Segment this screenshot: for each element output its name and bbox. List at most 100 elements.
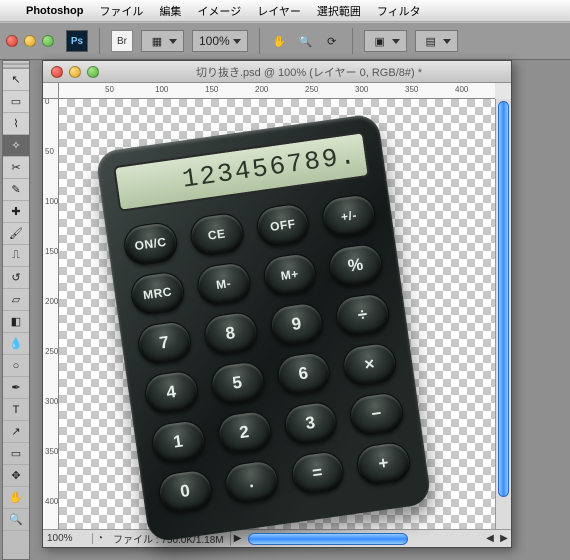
marquee-tool[interactable]: ▭ <box>3 91 29 113</box>
ruler-tick: 300 <box>45 397 58 406</box>
canvas[interactable]: 123456789. ON/CCEOFF+/-MRCM-M+%789÷456×1… <box>59 99 495 529</box>
scroll-left-icon[interactable]: ◀ <box>483 533 497 544</box>
calc-key-5: 5 <box>209 360 267 407</box>
calc-key-onc: ON/C <box>122 220 180 267</box>
workspace: ↖▭⌇✧✂✎✚🖌⎍↺▱◧💧○✒T↗▭✥✋🔍 切り抜き.psd @ 100% (レ… <box>0 60 570 560</box>
ruler-tick: 400 <box>45 497 58 506</box>
zoom-level-dropdown[interactable]: 100% <box>192 30 248 52</box>
screen-icon: ▣ <box>371 32 389 50</box>
doc-zoom-icon[interactable] <box>87 66 99 78</box>
calc-key-4: 4 <box>143 369 201 416</box>
document-titlebar[interactable]: 切り抜き.psd @ 100% (レイヤー 0, RGB/8#) * <box>43 61 511 83</box>
document-window: 切り抜き.psd @ 100% (レイヤー 0, RGB/8#) * 0 50 10… <box>42 60 512 548</box>
screen-mode-button[interactable]: ▣ <box>364 30 407 52</box>
calc-key-: +/- <box>320 193 378 240</box>
grid-icon: ▦ <box>148 32 166 50</box>
zoom-tool[interactable]: 🔍 <box>3 509 29 531</box>
zoom-percent-field[interactable]: 100% <box>43 533 93 544</box>
history-brush-tool[interactable]: ↺ <box>3 267 29 289</box>
menu-layer[interactable]: レイヤー <box>257 3 301 19</box>
window-zoom-icon[interactable] <box>42 35 54 47</box>
ruler-tick: 200 <box>45 297 58 306</box>
lasso-tool[interactable]: ⌇ <box>3 113 29 135</box>
calc-key-2: 2 <box>216 409 274 456</box>
shape-tool[interactable]: ▭ <box>3 443 29 465</box>
eraser-tool[interactable]: ▱ <box>3 289 29 311</box>
menu-image[interactable]: イメージ <box>197 3 241 19</box>
chevron-down-icon <box>233 39 241 44</box>
app-name[interactable]: Photoshop <box>26 5 83 17</box>
canvas-image-calculator: 123456789. ON/CCEOFF+/-MRCM-M+%789÷456×1… <box>95 113 432 543</box>
calc-key-1: 1 <box>150 418 208 465</box>
horizontal-scroll-thumb[interactable] <box>248 533 408 545</box>
scroll-right-icon[interactable]: ▶ <box>497 533 511 544</box>
calc-key-mrc: MRC <box>129 270 187 317</box>
wand-tool[interactable]: ✧ <box>3 135 29 157</box>
horizontal-ruler[interactable]: 050100150200250300350400 <box>59 83 495 99</box>
extras-button[interactable]: ▤ <box>415 30 458 52</box>
eyedropper-tool[interactable]: ✎ <box>3 179 29 201</box>
calc-key-off: OFF <box>254 202 312 249</box>
pen-tool[interactable]: ✒ <box>3 377 29 399</box>
system-menubar: Photoshop ファイル 編集 イメージ レイヤー 選択範囲 フィルタ <box>0 0 570 22</box>
ruler-tick: 250 <box>305 85 318 94</box>
blur-tool[interactable]: 💧 <box>3 333 29 355</box>
bridge-button[interactable]: Br <box>111 30 133 52</box>
calc-key-m: M+ <box>261 251 319 298</box>
brush-tool[interactable]: 🖌 <box>3 223 29 245</box>
calc-key-: = <box>289 449 347 496</box>
calc-key-: . <box>223 459 281 506</box>
menu-file[interactable]: ファイル <box>99 3 143 19</box>
app-bar: Ps Br ▦ 100% ✋ 🔍 ⟳ ▣ ▤ <box>0 22 570 60</box>
3d-tool[interactable]: ✥ <box>3 465 29 487</box>
healing-tool[interactable]: ✚ <box>3 201 29 223</box>
menu-select[interactable]: 選択範囲 <box>317 3 361 19</box>
calc-key-3: 3 <box>282 400 340 447</box>
window-close-icon[interactable] <box>6 35 18 47</box>
path-select-tool[interactable]: ↗ <box>3 421 29 443</box>
calc-key-: % <box>327 242 385 289</box>
ruler-tick: 50 <box>105 85 114 94</box>
toolbox: ↖▭⌇✧✂✎✚🖌⎍↺▱◧💧○✒T↗▭✥✋🔍 <box>2 60 30 560</box>
type-tool[interactable]: T <box>3 399 29 421</box>
status-label: ファイル : <box>113 535 159 546</box>
doc-minimize-icon[interactable] <box>69 66 81 78</box>
ruler-origin[interactable] <box>43 83 59 99</box>
toolbox-grip[interactable] <box>3 61 29 69</box>
doc-close-icon[interactable] <box>51 66 63 78</box>
calc-key-7: 7 <box>136 319 194 366</box>
calc-key-: × <box>341 341 399 388</box>
calc-key-8: 8 <box>202 310 260 357</box>
ruler-icon: ▤ <box>422 32 440 50</box>
doc-info-icon[interactable]: ◔ <box>93 533 107 544</box>
zoom-tool-icon[interactable]: 🔍 <box>297 32 315 50</box>
hand-tool[interactable]: ✋ <box>3 487 29 509</box>
ruler-tick: 0 <box>45 99 49 106</box>
menu-edit[interactable]: 編集 <box>159 3 181 19</box>
hand-tool-icon[interactable]: ✋ <box>271 32 289 50</box>
move-tool[interactable]: ↖ <box>3 69 29 91</box>
vertical-scrollbar[interactable] <box>495 99 511 529</box>
zoom-value: 100% <box>199 34 230 48</box>
ruler-tick: 100 <box>45 197 58 206</box>
crop-tool[interactable]: ✂ <box>3 157 29 179</box>
ruler-tick: 50 <box>45 147 54 156</box>
vertical-ruler[interactable]: 050100150200250300350400 <box>43 99 59 529</box>
arrange-documents-button[interactable]: ▦ <box>141 30 184 52</box>
calc-key-ce: CE <box>188 211 246 258</box>
dodge-tool[interactable]: ○ <box>3 355 29 377</box>
horizontal-scrollbar[interactable] <box>248 532 480 546</box>
rotate-view-icon[interactable]: ⟳ <box>323 32 341 50</box>
menu-filter[interactable]: フィルタ <box>377 3 421 19</box>
ruler-tick: 400 <box>455 85 468 94</box>
gradient-tool[interactable]: ◧ <box>3 311 29 333</box>
status-bar: 100% ◔ ファイル : 750.0K/1.18M ▶ ◀ ▶ <box>43 529 511 547</box>
ruler-tick: 300 <box>355 85 368 94</box>
status-menu-icon[interactable]: ▶ <box>231 533 245 544</box>
calc-key-m: M- <box>195 261 253 308</box>
stamp-tool[interactable]: ⎍ <box>3 245 29 267</box>
ruler-tick: 150 <box>45 247 58 256</box>
ruler-tick: 250 <box>45 347 58 356</box>
vertical-scroll-thumb[interactable] <box>498 101 509 497</box>
window-minimize-icon[interactable] <box>24 35 36 47</box>
